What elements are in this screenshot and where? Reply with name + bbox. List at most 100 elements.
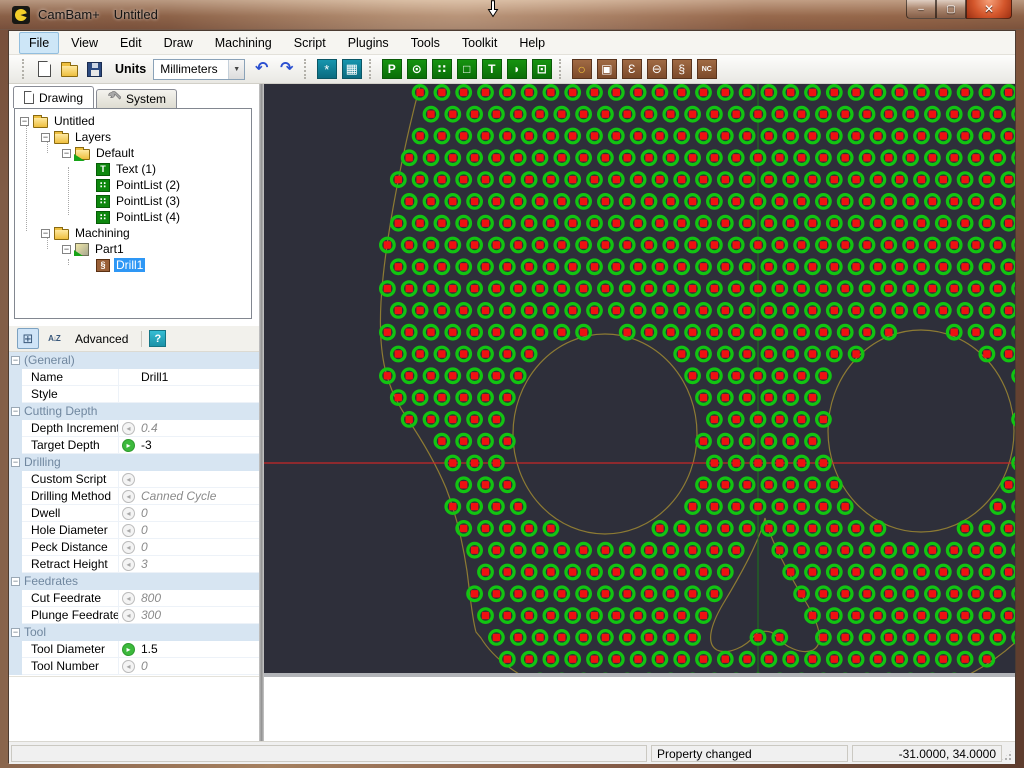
category-row[interactable]: −Drilling (9, 454, 259, 471)
title-bar[interactable]: CamBam+Untitled –▢✕ (0, 0, 1024, 30)
category-row[interactable]: −Tool (9, 624, 259, 641)
property-row-retract-height[interactable]: Retract Height◂3 (9, 556, 259, 573)
categorized-icon[interactable]: ⊞ (17, 328, 39, 349)
property-row-style[interactable]: Style (9, 386, 259, 403)
mop-engrave-icon[interactable]: Ɛ (620, 58, 643, 81)
property-value[interactable]: 800 (138, 591, 259, 605)
menu-item-view[interactable]: View (61, 32, 108, 54)
default-value-icon[interactable]: ◂ (122, 541, 135, 554)
tree-item-pointlist-2-[interactable]: ∷PointList (2) (15, 177, 251, 193)
mop-pocket-icon[interactable]: ▣ (595, 58, 618, 81)
collapse-expander-icon[interactable]: − (11, 577, 20, 586)
category-row[interactable]: −Cutting Depth (9, 403, 259, 420)
close-button[interactable]: ✕ (966, 0, 1012, 19)
property-row-peck-distance[interactable]: Peck Distance◂0 (9, 539, 259, 556)
menu-item-toolkit[interactable]: Toolkit (452, 32, 507, 54)
default-value-icon[interactable]: ◂ (122, 558, 135, 571)
default-value-icon[interactable]: ◂ (122, 473, 135, 486)
draw-polyhedron-icon[interactable]: ⊡ (530, 58, 553, 81)
category-row[interactable]: −Feedrates (9, 573, 259, 590)
tree-item-untitled[interactable]: −Untitled (15, 113, 251, 129)
gcode-icon[interactable]: NC (695, 58, 718, 81)
tree-item-pointlist-4-[interactable]: ∷PointList (4) (15, 209, 251, 225)
property-row-custom-script[interactable]: Custom Script◂ (9, 471, 259, 488)
default-value-icon[interactable]: ◂ (122, 592, 135, 605)
property-value[interactable]: 0 (138, 506, 259, 520)
default-value-icon[interactable]: ◂ (122, 609, 135, 622)
toolbar-grip[interactable] (22, 59, 27, 79)
default-value-icon[interactable]: ◂ (122, 660, 135, 673)
collapse-expander-icon[interactable]: − (62, 245, 71, 254)
mop-drill-icon[interactable]: § (670, 58, 693, 81)
redo-icon[interactable]: ↷ (275, 58, 298, 81)
default-value-icon[interactable]: ◂ (122, 507, 135, 520)
advanced-button[interactable]: Advanced (69, 330, 134, 348)
property-row-name[interactable]: NameDrill1 (9, 369, 259, 386)
default-value-icon[interactable]: ◂ (122, 422, 135, 435)
property-value[interactable]: Drill1 (138, 370, 259, 384)
draw-region-icon[interactable]: ◗ (505, 58, 528, 81)
property-row-target-depth[interactable]: Target Depth▸-3 (9, 437, 259, 454)
category-row[interactable]: −(General) (9, 352, 259, 369)
grid-icon[interactable]: ▦ (340, 58, 363, 81)
collapse-expander-icon[interactable]: − (20, 117, 29, 126)
set-value-icon[interactable]: ▸ (122, 439, 135, 452)
drawing-canvas[interactable] (264, 84, 1015, 673)
maximize-button[interactable]: ▢ (936, 0, 966, 19)
property-value[interactable]: 0 (138, 659, 259, 673)
help-icon[interactable]: ? (149, 330, 166, 347)
open-folder-icon[interactable] (58, 58, 81, 81)
draw-polyline-icon[interactable]: P (380, 58, 403, 81)
tab-drawing[interactable]: Drawing (13, 86, 94, 108)
default-value-icon[interactable]: ◂ (122, 490, 135, 503)
property-value[interactable]: 3 (138, 557, 259, 571)
mop-circle-icon[interactable]: ○ (570, 58, 593, 81)
toolbar-grip[interactable] (369, 59, 374, 79)
toolbar-grip[interactable] (559, 59, 564, 79)
property-row-tool-diameter[interactable]: Tool Diameter▸1.5 (9, 641, 259, 658)
property-value[interactable]: 0.4 (138, 421, 259, 435)
property-value[interactable]: 300 (138, 608, 259, 622)
tree-item-part1[interactable]: −Part1 (15, 241, 251, 257)
tree-item-pointlist-3-[interactable]: ∷PointList (3) (15, 193, 251, 209)
save-icon[interactable] (83, 58, 106, 81)
tree-item-default[interactable]: −Default (15, 145, 251, 161)
property-value[interactable]: 0 (138, 540, 259, 554)
minimize-button[interactable]: – (906, 0, 936, 19)
alphabetical-sort-icon[interactable]: A↓Z (43, 328, 65, 349)
property-row-drilling-method[interactable]: Drilling Method◂Canned Cycle (9, 488, 259, 505)
undo-icon[interactable]: ↶ (250, 58, 273, 81)
drawing-tree[interactable]: −Untitled−Layers−DefaultTText (1)∷PointL… (14, 108, 252, 319)
property-value[interactable]: Canned Cycle (138, 489, 259, 503)
collapse-expander-icon[interactable]: − (62, 149, 71, 158)
collapse-expander-icon[interactable]: − (41, 229, 50, 238)
tree-item-layers[interactable]: −Layers (15, 129, 251, 145)
mop-profile-icon[interactable]: ⊖ (645, 58, 668, 81)
combobox-arrow-icon[interactable]: ▼ (228, 60, 244, 79)
draw-text-icon[interactable]: T (480, 58, 503, 81)
property-grid[interactable]: −(General)NameDrill1Style−Cutting DepthD… (9, 352, 259, 677)
units-combobox[interactable]: Millimeters ▼ (153, 59, 245, 80)
tab-system[interactable]: System (96, 89, 177, 108)
property-value[interactable]: 0 (138, 523, 259, 537)
collapse-expander-icon[interactable]: − (11, 407, 20, 416)
property-row-tool-number[interactable]: Tool Number◂0 (9, 658, 259, 675)
default-value-icon[interactable]: ◂ (122, 524, 135, 537)
menu-item-plugins[interactable]: Plugins (338, 32, 399, 54)
menu-item-machining[interactable]: Machining (205, 32, 282, 54)
tree-item-drill1[interactable]: §Drill1 (15, 257, 251, 273)
collapse-expander-icon[interactable]: − (41, 133, 50, 142)
property-row-dwell[interactable]: Dwell◂0 (9, 505, 259, 522)
menu-item-draw[interactable]: Draw (154, 32, 203, 54)
menu-item-help[interactable]: Help (509, 32, 555, 54)
tree-item-machining[interactable]: −Machining (15, 225, 251, 241)
set-value-icon[interactable]: ▸ (122, 643, 135, 656)
tree-item-text-1-[interactable]: TText (1) (15, 161, 251, 177)
collapse-expander-icon[interactable]: − (11, 458, 20, 467)
property-row-hole-diameter[interactable]: Hole Diameter◂0 (9, 522, 259, 539)
menu-item-tools[interactable]: Tools (401, 32, 450, 54)
toolbar-grip[interactable] (304, 59, 309, 79)
draw-pointlist-icon[interactable]: ∷ (430, 58, 453, 81)
collapse-expander-icon[interactable]: − (11, 628, 20, 637)
property-row-depth-increment[interactable]: Depth Increment◂0.4 (9, 420, 259, 437)
